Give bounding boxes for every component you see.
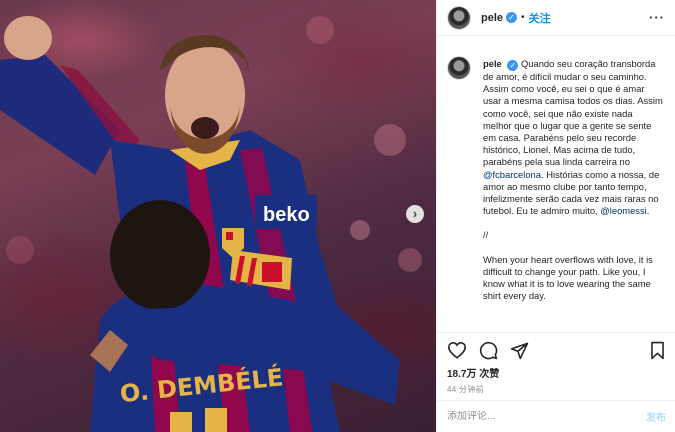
more-options-icon[interactable]: ···	[649, 10, 665, 25]
comment-bar: 发布	[437, 400, 675, 432]
post-photo[interactable]: beko O. DEMBÉLÉ ›	[0, 0, 436, 432]
heart-icon[interactable]	[447, 341, 467, 359]
caption-scroll-area[interactable]: pele ✓ Quando seu coração transborda de …	[437, 50, 675, 328]
comment-input[interactable]	[447, 411, 646, 422]
jersey-sponsor: beko	[263, 204, 310, 226]
header-username[interactable]: pele	[481, 12, 503, 24]
post-actions: 18.7万 次赞 44 分钟前	[437, 332, 675, 395]
post-header: pele ✓ • 关注 ···	[437, 0, 675, 36]
caption-avatar[interactable]	[447, 56, 471, 80]
caption-username[interactable]: pele	[483, 58, 502, 69]
likes-count[interactable]: 18.7万 次赞	[447, 365, 666, 380]
paper-plane-icon[interactable]	[510, 341, 529, 360]
caption-english: When your heart overflows with love, it …	[483, 253, 653, 302]
post-timestamp[interactable]: 44 分钟前	[447, 384, 666, 395]
caption-text: pele ✓ Quando seu coração transborda de …	[483, 58, 663, 314]
caption-verified-badge-icon: ✓	[507, 60, 519, 71]
comment-icon[interactable]	[479, 341, 498, 360]
bookmark-icon[interactable]	[649, 341, 666, 360]
post-comment-button[interactable]: 发布	[646, 409, 666, 424]
action-icon-row	[447, 339, 666, 361]
caption-portuguese-part1: Quando seu coração transborda de amor, é…	[483, 58, 663, 168]
follow-button[interactable]: 关注	[529, 10, 551, 26]
caption-divider: //	[483, 229, 489, 241]
caption-row: pele ✓ Quando seu coração transborda de …	[447, 50, 666, 314]
avatar[interactable]	[447, 5, 471, 30]
next-image-button[interactable]: ›	[406, 205, 424, 223]
verified-badge-icon: ✓	[506, 12, 518, 23]
caption-portuguese-end: .	[646, 205, 650, 217]
photo-illustration: beko O. DEMBÉLÉ	[0, 16, 422, 432]
header-separator: •	[521, 12, 525, 23]
post-sidebar: pele ✓ • 关注 ··· pele ✓ Quando seu coraçã…	[436, 0, 675, 432]
mention-fcbarcelona[interactable]: @fcbarcelona	[483, 169, 541, 180]
mention-leomessi[interactable]: @leomessi	[600, 205, 647, 216]
